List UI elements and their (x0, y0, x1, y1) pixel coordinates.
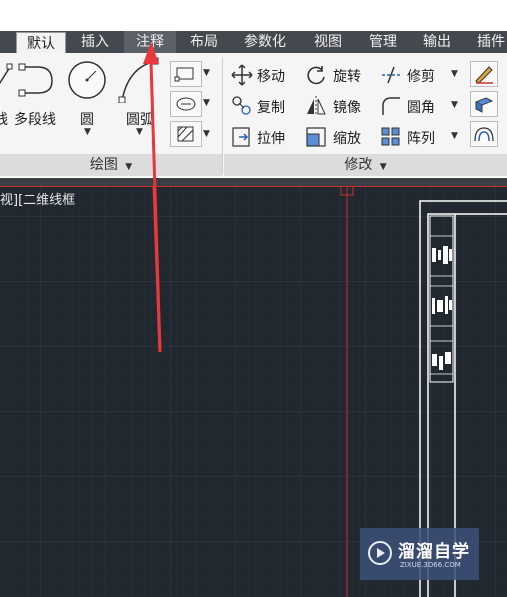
modify-panel-title-bar[interactable]: 修改 ▼ (224, 154, 507, 176)
viewport-controls-label[interactable]: 视][二维线框 (0, 189, 75, 208)
circle-icon[interactable] (66, 59, 108, 101)
offset-button[interactable] (470, 121, 498, 147)
rectangle-button[interactable] (170, 61, 202, 87)
rotate-icon (307, 66, 325, 85)
hatch-button[interactable] (170, 91, 202, 117)
offset-icon (474, 127, 494, 142)
polyline-icon[interactable] (18, 61, 60, 97)
trim-icon (382, 66, 402, 84)
fillet-tool[interactable]: 圆角 (407, 97, 435, 117)
gradient-hatch-icon (177, 126, 194, 142)
array-icon (381, 127, 400, 146)
eraser-icon (475, 66, 493, 84)
draw-panel-title: 绘图 (89, 157, 118, 173)
tab-insert[interactable]: 插入 (72, 31, 118, 53)
tab-view[interactable]: 视图 (305, 31, 351, 53)
explode-button[interactable] (470, 91, 498, 117)
tab-annotate[interactable]: 注释 (124, 31, 176, 53)
stretch-tool[interactable]: 拉伸 (257, 128, 285, 148)
move-tool[interactable]: 移动 (257, 66, 285, 86)
tab-layout[interactable]: 布局 (181, 31, 227, 53)
modify-panel-dropdown-icon: ▼ (376, 162, 387, 172)
boundary-icon (176, 97, 196, 111)
rectangle-dropdown-icon[interactable]: ▼ (203, 68, 210, 78)
array-dropdown-icon[interactable]: ▼ (451, 131, 458, 141)
draw-panel-dropdown-icon: ▼ (122, 162, 133, 172)
scale-icon (306, 127, 326, 147)
line-icon (0, 63, 13, 85)
mirror-tool[interactable]: 镜像 (333, 97, 361, 117)
ribbon-tab-bar: 默认 插入 注释 布局 参数化 视图 管理 输出 插件 (0, 31, 507, 53)
erase-button[interactable] (470, 61, 498, 87)
line-tool-label[interactable]: 线 (0, 109, 8, 129)
region-button[interactable] (170, 121, 202, 147)
hatch-dropdown-icon[interactable]: ▼ (203, 98, 210, 108)
panel-divider (222, 57, 223, 175)
trim-tool[interactable]: 修剪 (407, 66, 435, 86)
drawing-canvas[interactable]: 视][二维线框 溜溜自学 ZIXUE.3D66.COM (0, 186, 507, 597)
trim-dropdown-icon[interactable]: ▼ (451, 69, 458, 79)
array-tool[interactable]: 阵列 (407, 128, 435, 148)
tab-manage[interactable]: 管理 (360, 31, 406, 53)
arc-dropdown-icon[interactable]: ▼ (136, 127, 143, 137)
watermark-url: ZIXUE.3D66.COM (400, 561, 461, 569)
tab-parametric[interactable]: 参数化 (236, 31, 294, 53)
modify-panel-title: 修改 (344, 157, 373, 173)
fillet-icon (382, 97, 400, 115)
tab-plugins[interactable]: 插件 (468, 31, 507, 53)
fillet-dropdown-icon[interactable]: ▼ (451, 100, 458, 110)
polyline-tool-label[interactable]: 多段线 (14, 109, 56, 129)
arc-tool-label[interactable]: 圆弧 (126, 109, 154, 129)
circle-tool-label[interactable]: 圆 (80, 109, 94, 129)
rectangle-icon (174, 67, 194, 82)
watermark-brand: 溜溜自学 (398, 542, 470, 562)
watermark: 溜溜自学 ZIXUE.3D66.COM (360, 528, 479, 580)
play-logo-icon (368, 541, 392, 565)
copy-icon (232, 96, 251, 115)
stretch-icon (232, 127, 250, 147)
move-icon (231, 64, 253, 86)
tab-output[interactable]: 输出 (414, 31, 460, 53)
document-tab-strip (0, 178, 507, 186)
region-dropdown-icon[interactable]: ▼ (203, 129, 210, 139)
copy-tool[interactable]: 复制 (257, 97, 285, 117)
arc-icon[interactable] (118, 57, 160, 103)
rotate-tool[interactable]: 旋转 (333, 66, 361, 86)
explode-icon (474, 97, 494, 113)
draw-panel-title-bar[interactable]: 绘图 ▼ (0, 154, 222, 176)
circle-dropdown-icon[interactable]: ▼ (84, 127, 91, 137)
scale-tool[interactable]: 缩放 (333, 128, 361, 148)
mirror-icon (307, 96, 326, 116)
tab-default[interactable]: 默认 (16, 32, 66, 53)
